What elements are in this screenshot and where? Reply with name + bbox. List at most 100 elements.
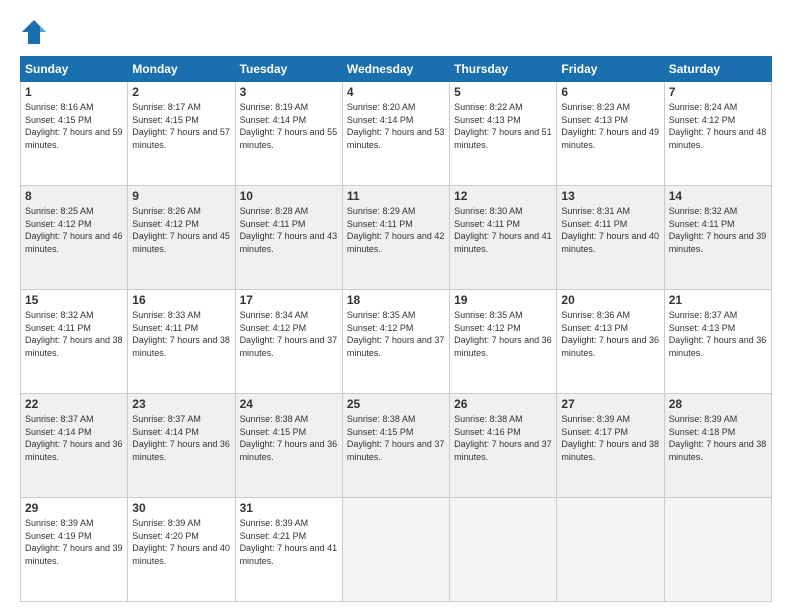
day-detail: Sunrise: 8:37 AMSunset: 4:14 PMDaylight:… xyxy=(25,413,123,463)
day-number: 16 xyxy=(132,293,230,307)
col-header-friday: Friday xyxy=(557,57,664,82)
page: SundayMondayTuesdayWednesdayThursdayFrid… xyxy=(0,0,792,612)
day-detail: Sunrise: 8:31 AMSunset: 4:11 PMDaylight:… xyxy=(561,205,659,255)
calendar-cell: 6Sunrise: 8:23 AMSunset: 4:13 PMDaylight… xyxy=(557,82,664,186)
day-number: 14 xyxy=(669,189,767,203)
col-header-wednesday: Wednesday xyxy=(342,57,449,82)
calendar-week-row: 15 Sunrise: 8:32 AMSunset: 4:11 PMDayligh… xyxy=(21,290,772,394)
logo xyxy=(20,18,52,46)
calendar-cell: 18 Sunrise: 8:35 AMSunset: 4:12 PMDayligh… xyxy=(342,290,449,394)
calendar-cell: 28Sunrise: 8:39 AMSunset: 4:18 PMDayligh… xyxy=(664,394,771,498)
day-number: 30 xyxy=(132,501,230,515)
day-detail: Sunrise: 8:35 AMSunset: 4:12 PMDaylight:… xyxy=(454,309,552,359)
day-number: 3 xyxy=(240,85,338,99)
calendar-cell: 11 Sunrise: 8:29 AMSunset: 4:11 PMDayligh… xyxy=(342,186,449,290)
day-detail: Sunrise: 8:35 AMSunset: 4:12 PMDaylight:… xyxy=(347,309,445,359)
day-detail: Sunrise: 8:39 AMSunset: 4:19 PMDaylight:… xyxy=(25,517,123,567)
day-number: 18 xyxy=(347,293,445,307)
day-number: 20 xyxy=(561,293,659,307)
col-header-thursday: Thursday xyxy=(450,57,557,82)
day-detail: Sunrise: 8:26 AMSunset: 4:12 PMDaylight:… xyxy=(132,205,230,255)
day-number: 21 xyxy=(669,293,767,307)
day-number: 10 xyxy=(240,189,338,203)
day-detail: Sunrise: 8:23 AMSunset: 4:13 PMDaylight:… xyxy=(561,101,659,151)
day-detail: Sunrise: 8:17 AMSunset: 4:15 PMDaylight:… xyxy=(132,101,230,151)
calendar-cell: 22 Sunrise: 8:37 AMSunset: 4:14 PMDayligh… xyxy=(21,394,128,498)
calendar-cell: 20Sunrise: 8:36 AMSunset: 4:13 PMDayligh… xyxy=(557,290,664,394)
day-number: 29 xyxy=(25,501,123,515)
header xyxy=(20,18,772,46)
calendar-cell: 27 Sunrise: 8:39 AMSunset: 4:17 PMDayligh… xyxy=(557,394,664,498)
calendar-cell: 13 Sunrise: 8:31 AMSunset: 4:11 PMDayligh… xyxy=(557,186,664,290)
day-detail: Sunrise: 8:32 AMSunset: 4:11 PMDaylight:… xyxy=(25,309,123,359)
day-detail: Sunrise: 8:19 AMSunset: 4:14 PMDaylight:… xyxy=(240,101,338,151)
calendar-header-row: SundayMondayTuesdayWednesdayThursdayFrid… xyxy=(21,57,772,82)
day-detail: Sunrise: 8:34 AMSunset: 4:12 PMDaylight:… xyxy=(240,309,338,359)
calendar-cell: 29 Sunrise: 8:39 AMSunset: 4:19 PMDayligh… xyxy=(21,498,128,602)
calendar-cell: 3 Sunrise: 8:19 AMSunset: 4:14 PMDaylight… xyxy=(235,82,342,186)
calendar-cell: 17Sunrise: 8:34 AMSunset: 4:12 PMDayligh… xyxy=(235,290,342,394)
day-number: 26 xyxy=(454,397,552,411)
col-header-monday: Monday xyxy=(128,57,235,82)
calendar-cell: 15 Sunrise: 8:32 AMSunset: 4:11 PMDayligh… xyxy=(21,290,128,394)
col-header-tuesday: Tuesday xyxy=(235,57,342,82)
calendar-cell: 24Sunrise: 8:38 AMSunset: 4:15 PMDayligh… xyxy=(235,394,342,498)
calendar-cell: 21Sunrise: 8:37 AMSunset: 4:13 PMDayligh… xyxy=(664,290,771,394)
day-number: 13 xyxy=(561,189,659,203)
day-number: 4 xyxy=(347,85,445,99)
calendar-cell: 16 Sunrise: 8:33 AMSunset: 4:11 PMDayligh… xyxy=(128,290,235,394)
calendar-cell: 23 Sunrise: 8:37 AMSunset: 4:14 PMDayligh… xyxy=(128,394,235,498)
day-number: 25 xyxy=(347,397,445,411)
day-detail: Sunrise: 8:37 AMSunset: 4:14 PMDaylight:… xyxy=(132,413,230,463)
day-detail: Sunrise: 8:30 AMSunset: 4:11 PMDaylight:… xyxy=(454,205,552,255)
day-detail: Sunrise: 8:29 AMSunset: 4:11 PMDaylight:… xyxy=(347,205,445,255)
day-number: 8 xyxy=(25,189,123,203)
day-number: 31 xyxy=(240,501,338,515)
calendar-cell xyxy=(664,498,771,602)
calendar-cell xyxy=(450,498,557,602)
day-number: 12 xyxy=(454,189,552,203)
calendar-cell: 7 Sunrise: 8:24 AMSunset: 4:12 PMDaylight… xyxy=(664,82,771,186)
calendar-cell: 31 Sunrise: 8:39 AMSunset: 4:21 PMDayligh… xyxy=(235,498,342,602)
day-detail: Sunrise: 8:16 AMSunset: 4:15 PMDaylight:… xyxy=(25,101,123,151)
calendar-cell: 10 Sunrise: 8:28 AMSunset: 4:11 PMDayligh… xyxy=(235,186,342,290)
col-header-sunday: Sunday xyxy=(21,57,128,82)
day-detail: Sunrise: 8:24 AMSunset: 4:12 PMDaylight:… xyxy=(669,101,767,151)
calendar-week-row: 8 Sunrise: 8:25 AMSunset: 4:12 PMDaylight… xyxy=(21,186,772,290)
calendar-week-row: 22 Sunrise: 8:37 AMSunset: 4:14 PMDayligh… xyxy=(21,394,772,498)
day-number: 9 xyxy=(132,189,230,203)
calendar-cell: 25 Sunrise: 8:38 AMSunset: 4:15 PMDayligh… xyxy=(342,394,449,498)
day-detail: Sunrise: 8:39 AMSunset: 4:18 PMDaylight:… xyxy=(669,413,767,463)
day-number: 15 xyxy=(25,293,123,307)
day-detail: Sunrise: 8:39 AMSunset: 4:20 PMDaylight:… xyxy=(132,517,230,567)
calendar-cell: 12 Sunrise: 8:30 AMSunset: 4:11 PMDayligh… xyxy=(450,186,557,290)
calendar-cell: 9 Sunrise: 8:26 AMSunset: 4:12 PMDaylight… xyxy=(128,186,235,290)
day-number: 27 xyxy=(561,397,659,411)
day-number: 7 xyxy=(669,85,767,99)
calendar: SundayMondayTuesdayWednesdayThursdayFrid… xyxy=(20,56,772,602)
day-detail: Sunrise: 8:22 AMSunset: 4:13 PMDaylight:… xyxy=(454,101,552,151)
calendar-cell xyxy=(342,498,449,602)
calendar-cell: 1 Sunrise: 8:16 AMSunset: 4:15 PMDaylight… xyxy=(21,82,128,186)
day-detail: Sunrise: 8:28 AMSunset: 4:11 PMDaylight:… xyxy=(240,205,338,255)
calendar-cell: 14 Sunrise: 8:32 AMSunset: 4:11 PMDayligh… xyxy=(664,186,771,290)
day-detail: Sunrise: 8:38 AMSunset: 4:16 PMDaylight:… xyxy=(454,413,552,463)
calendar-cell: 19Sunrise: 8:35 AMSunset: 4:12 PMDayligh… xyxy=(450,290,557,394)
day-number: 11 xyxy=(347,189,445,203)
day-detail: Sunrise: 8:32 AMSunset: 4:11 PMDaylight:… xyxy=(669,205,767,255)
day-detail: Sunrise: 8:39 AMSunset: 4:21 PMDaylight:… xyxy=(240,517,338,567)
calendar-cell: 4 Sunrise: 8:20 AMSunset: 4:14 PMDaylight… xyxy=(342,82,449,186)
day-number: 22 xyxy=(25,397,123,411)
day-detail: Sunrise: 8:20 AMSunset: 4:14 PMDaylight:… xyxy=(347,101,445,151)
day-number: 5 xyxy=(454,85,552,99)
day-number: 23 xyxy=(132,397,230,411)
day-detail: Sunrise: 8:38 AMSunset: 4:15 PMDaylight:… xyxy=(347,413,445,463)
col-header-saturday: Saturday xyxy=(664,57,771,82)
day-number: 1 xyxy=(25,85,123,99)
day-detail: Sunrise: 8:25 AMSunset: 4:12 PMDaylight:… xyxy=(25,205,123,255)
day-detail: Sunrise: 8:33 AMSunset: 4:11 PMDaylight:… xyxy=(132,309,230,359)
calendar-cell: 2Sunrise: 8:17 AMSunset: 4:15 PMDaylight… xyxy=(128,82,235,186)
calendar-week-row: 29 Sunrise: 8:39 AMSunset: 4:19 PMDayligh… xyxy=(21,498,772,602)
day-detail: Sunrise: 8:39 AMSunset: 4:17 PMDaylight:… xyxy=(561,413,659,463)
calendar-cell xyxy=(557,498,664,602)
